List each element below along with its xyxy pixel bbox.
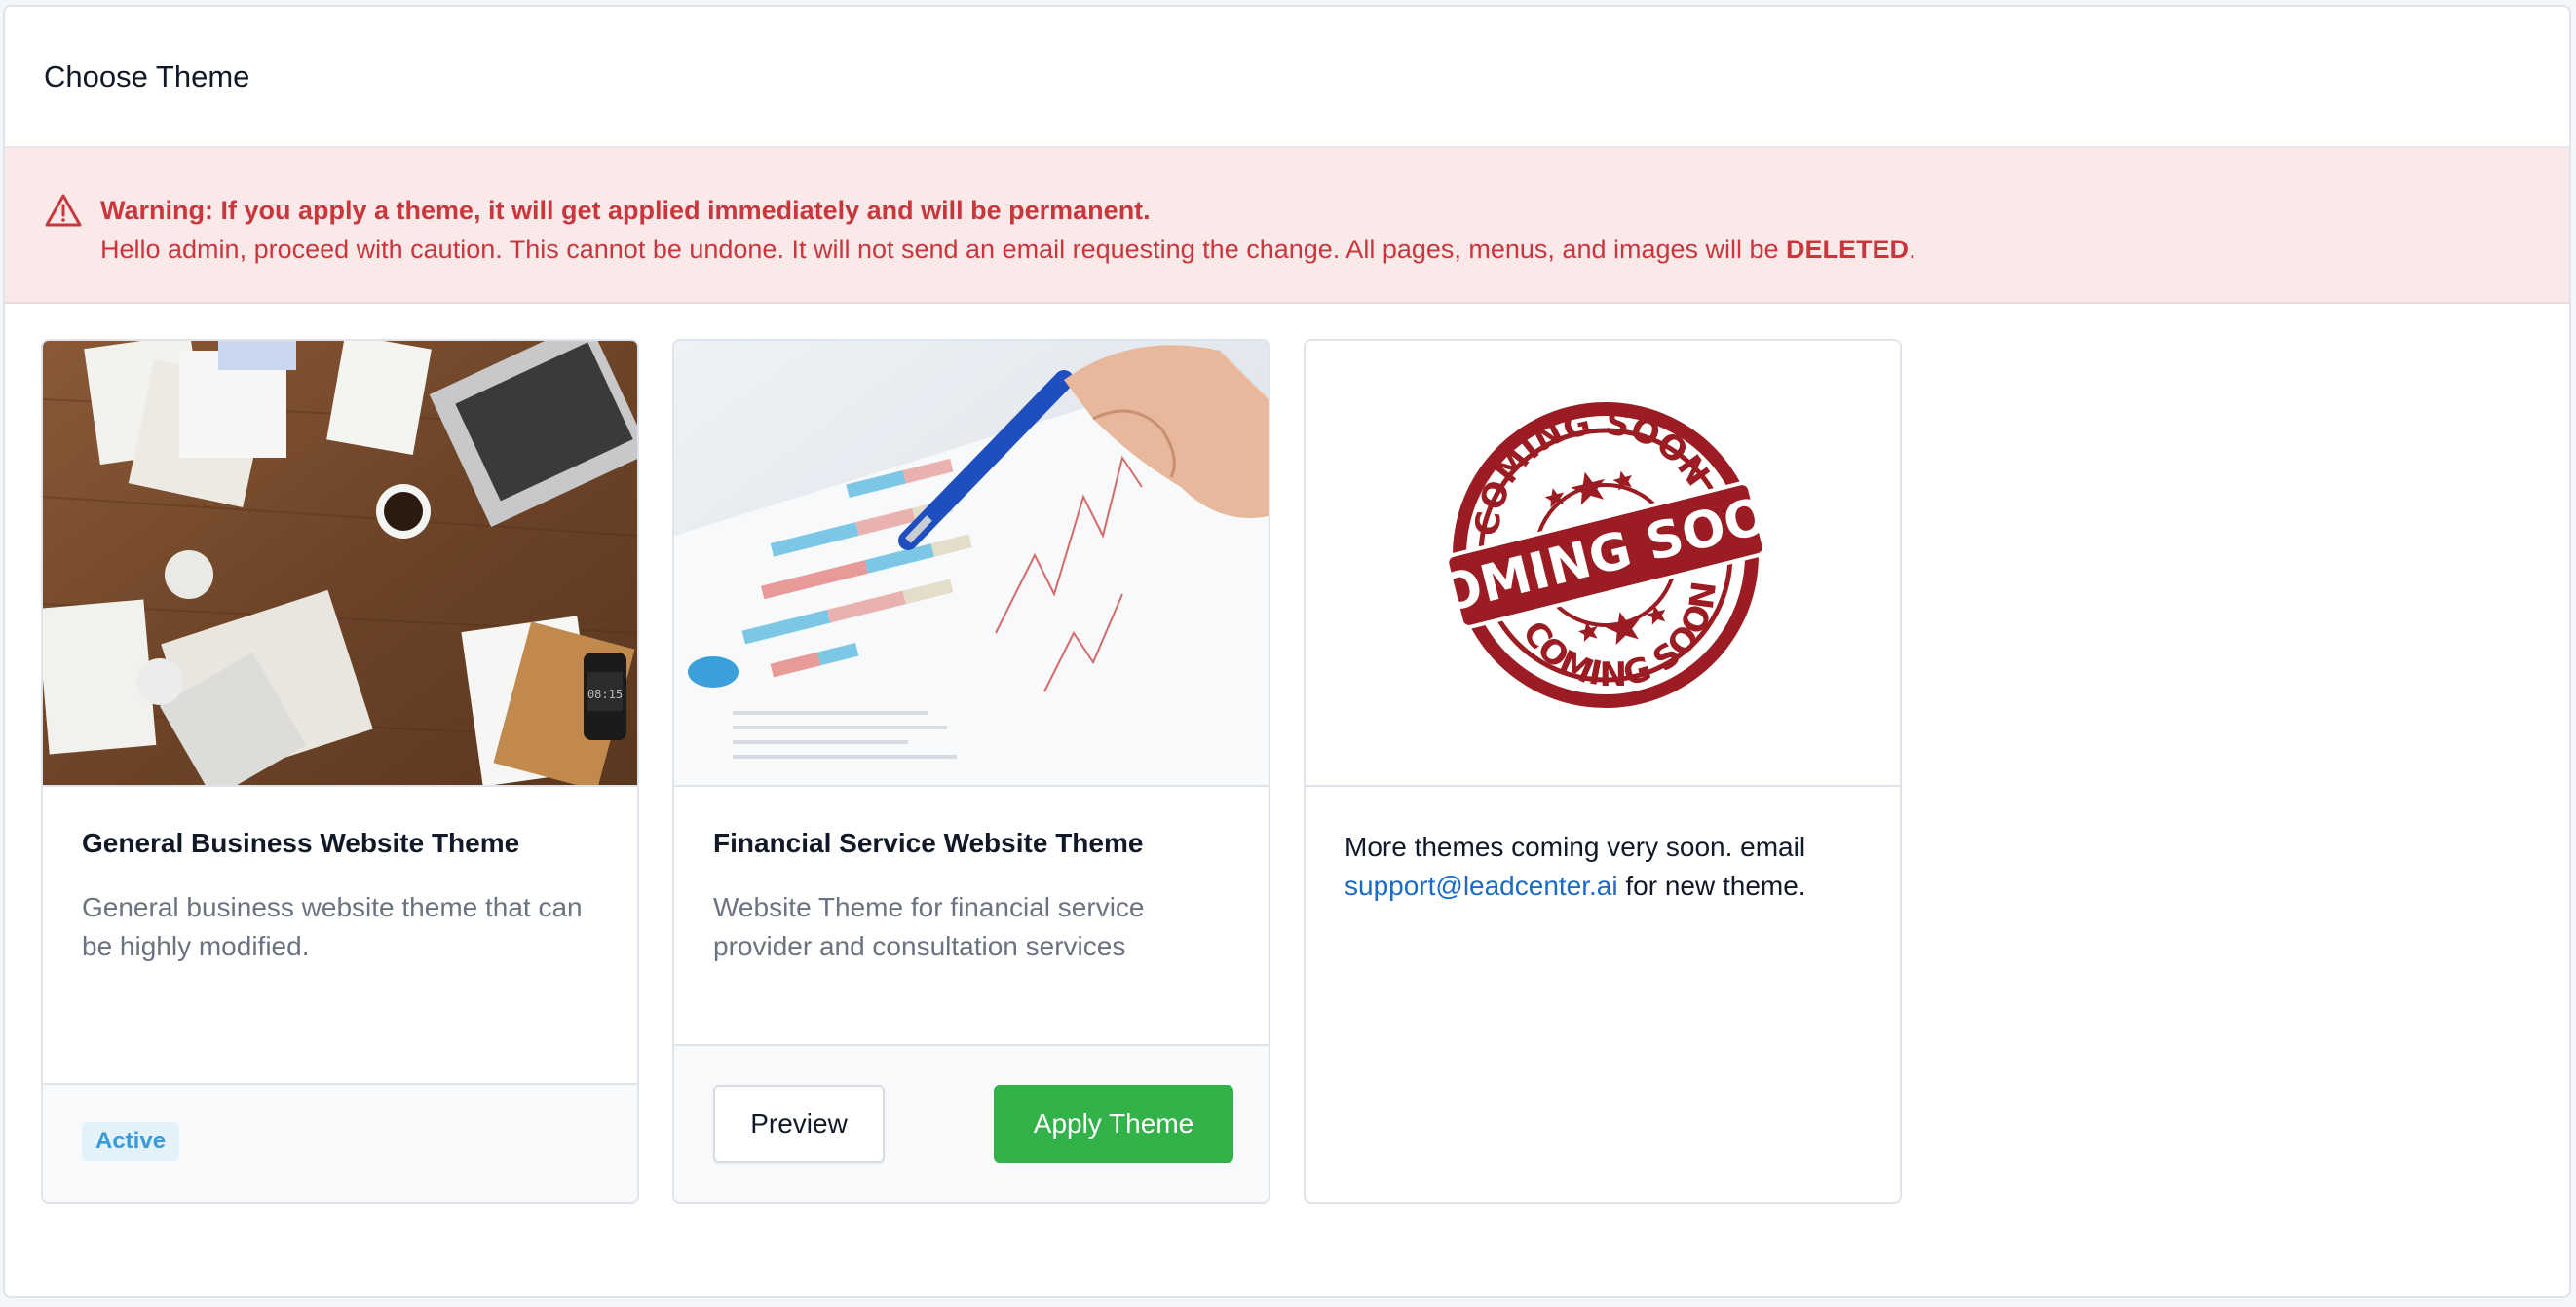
coming-soon-thumbnail: COMING SOON COMING SOON COMING SOON [1306, 341, 1900, 787]
theme-thumbnail [674, 341, 1269, 787]
theme-name: General Business Website Theme [82, 828, 520, 858]
theme-card-general-business: 08:15 General Business Website Theme Gen… [41, 339, 639, 1204]
financial-chart-photo [674, 341, 1269, 785]
warning-title: Warning: If you apply a theme, it will g… [100, 196, 1151, 225]
coming-soon-text: More themes coming very soon. email supp… [1345, 828, 1861, 906]
card-footer: Active [43, 1083, 637, 1202]
preview-button[interactable]: Preview [713, 1085, 885, 1163]
theme-description: General business website theme that can … [82, 892, 583, 961]
status-badge: Active [82, 1122, 180, 1161]
warning-message-text: Hello admin, proceed with caution. This … [100, 235, 1787, 264]
svg-text:08:15: 08:15 [587, 688, 623, 701]
warning-message: Hello admin, proceed with caution. This … [100, 230, 1916, 269]
theme-description: Website Theme for financial service prov… [713, 892, 1145, 961]
warning-banner: Warning: If you apply a theme, it will g… [5, 148, 2569, 304]
warning-deleted-emphasis: DELETED [1786, 235, 1910, 264]
warning-text: Warning: If you apply a theme, it will g… [100, 191, 1916, 302]
support-email-link[interactable]: support@leadcenter.ai [1345, 871, 1618, 901]
panel-header: Choose Theme [5, 7, 2569, 148]
warning-triangle-icon [45, 194, 82, 227]
page-title: Choose Theme [44, 58, 250, 93]
theme-name: Financial Service Website Theme [713, 828, 1144, 858]
business-desk-photo: 08:15 [43, 341, 637, 785]
warning-message-end: . [1909, 235, 1916, 264]
card-footer: Preview Apply Theme [674, 1044, 1269, 1202]
coming-soon-text-after: for new theme. [1617, 871, 1806, 901]
theme-card-coming-soon: COMING SOON COMING SOON COMING SOON More… [1304, 339, 1902, 1204]
apply-theme-button[interactable]: Apply Theme [994, 1085, 1233, 1163]
coming-soon-stamp: COMING SOON COMING SOON COMING SOON [1306, 341, 1900, 785]
theme-thumbnail: 08:15 [43, 341, 637, 787]
theme-card-financial-service: Financial Service Website Theme Website … [672, 339, 1270, 1204]
coming-soon-text-before: More themes coming very soon. email [1345, 832, 1806, 862]
